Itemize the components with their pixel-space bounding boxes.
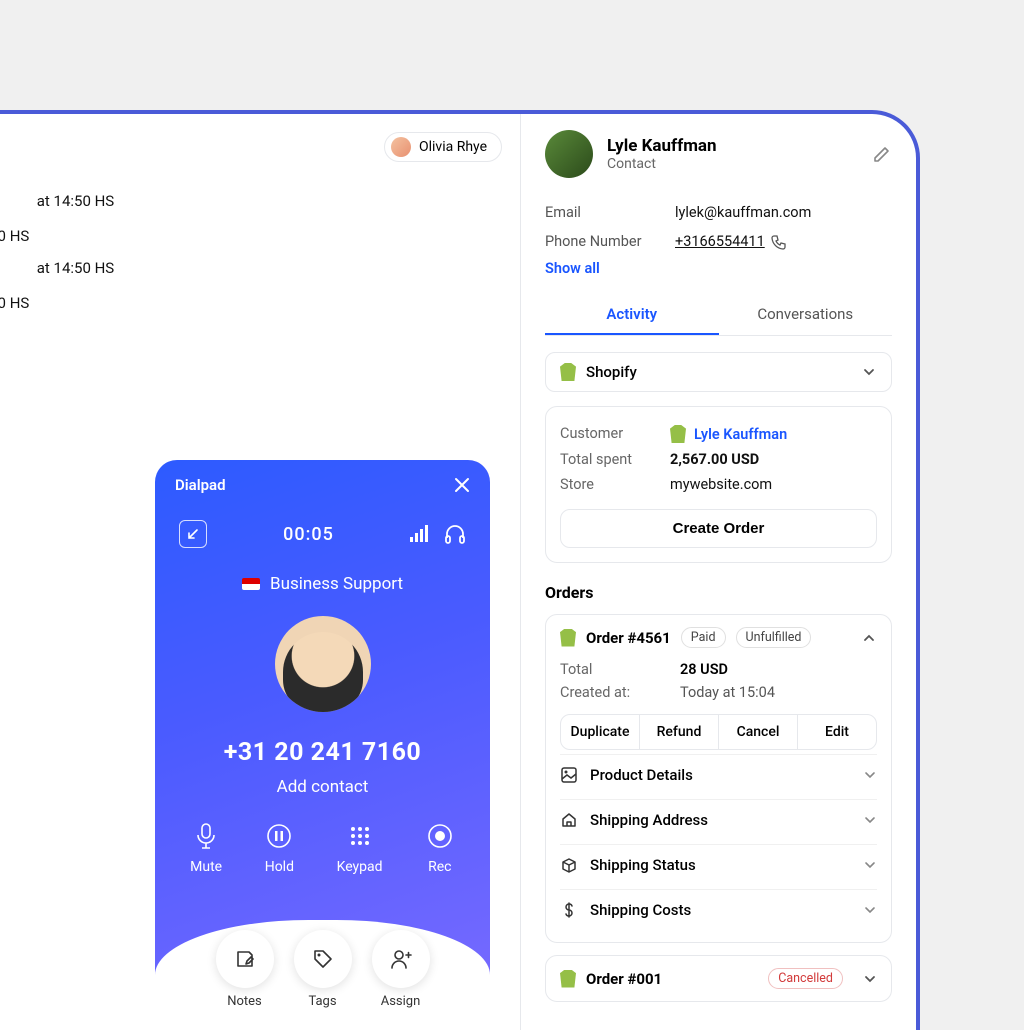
list-item: t 14:50 HS bbox=[0, 227, 502, 245]
shipping-address-row[interactable]: Shipping Address bbox=[560, 799, 877, 840]
home-icon bbox=[560, 811, 578, 829]
order-title: Order #4561 bbox=[586, 629, 671, 647]
phone-icon bbox=[771, 234, 787, 250]
shopify-icon bbox=[560, 363, 576, 381]
edit-button[interactable]: Edit bbox=[797, 715, 876, 749]
list-item: t 14:50 HS bbox=[0, 294, 502, 312]
add-contact-link[interactable]: Add contact bbox=[155, 777, 490, 797]
notes-button[interactable]: Notes bbox=[216, 930, 274, 1030]
chevron-down-icon bbox=[863, 903, 877, 917]
contact-name: Lyle Kauffman bbox=[607, 136, 717, 156]
log-time: t 14:50 HS bbox=[0, 227, 29, 245]
tags-button[interactable]: Tags bbox=[294, 930, 352, 1030]
chevron-down-icon bbox=[863, 858, 877, 872]
chevron-down-icon bbox=[863, 768, 877, 782]
customer-summary: Customer Lyle Kauffman Total spent 2,567… bbox=[545, 406, 892, 563]
cancel-button[interactable]: Cancel bbox=[718, 715, 797, 749]
edit-icon[interactable] bbox=[872, 144, 892, 164]
caller-phone: +31 20 241 7160 bbox=[155, 738, 490, 767]
line-label: Business Support bbox=[270, 574, 403, 594]
activity-log: pport at 14:50 HS t 14:50 HS pport at 14… bbox=[0, 192, 502, 312]
tab-activity[interactable]: Activity bbox=[545, 295, 719, 335]
box-icon bbox=[560, 856, 578, 874]
total-spent: 2,567.00 USD bbox=[670, 451, 759, 468]
keypad-icon bbox=[345, 821, 375, 851]
log-time: t 14:50 HS bbox=[0, 294, 29, 312]
mute-button[interactable]: Mute bbox=[190, 821, 222, 875]
device-frame: Olivia Rhye pport at 14:50 HS t 14:50 HS… bbox=[0, 110, 920, 1030]
signal-icon bbox=[410, 525, 430, 543]
duplicate-button[interactable]: Duplicate bbox=[561, 715, 639, 749]
status-badge-unfulfilled: Unfulfilled bbox=[736, 627, 812, 648]
shipping-status-row[interactable]: Shipping Status bbox=[560, 844, 877, 885]
order-card: Order #4561 Paid Unfulfilled Total28 USD… bbox=[545, 614, 892, 943]
status-badge-paid: Paid bbox=[681, 627, 726, 648]
order-title: Order #001 bbox=[586, 970, 662, 988]
shopify-icon bbox=[670, 425, 686, 443]
refund-button[interactable]: Refund bbox=[639, 715, 718, 749]
chevron-down-icon[interactable] bbox=[863, 972, 877, 986]
log-time: at 14:50 HS bbox=[37, 192, 114, 210]
shopify-icon bbox=[560, 629, 576, 647]
store-value: mywebsite.com bbox=[670, 476, 772, 493]
product-details-row[interactable]: Product Details bbox=[560, 754, 877, 795]
customer-link[interactable]: Lyle Kauffman bbox=[670, 425, 787, 443]
flag-icon bbox=[242, 578, 260, 590]
tabs: Activity Conversations bbox=[545, 295, 892, 336]
close-icon[interactable] bbox=[454, 477, 470, 493]
hold-button[interactable]: Hold bbox=[264, 821, 294, 875]
log-time: at 14:50 HS bbox=[37, 259, 114, 277]
caller-avatar bbox=[275, 616, 371, 712]
record-icon bbox=[425, 821, 455, 851]
dollar-icon bbox=[560, 901, 578, 919]
list-item: pport at 14:50 HS bbox=[0, 259, 502, 280]
order-created: Today at 15:04 bbox=[680, 684, 775, 701]
chevron-down-icon bbox=[861, 364, 877, 380]
orders-heading: Orders bbox=[545, 583, 892, 602]
dialpad-bottom-sheet: Notes Tags Assign bbox=[155, 920, 490, 1030]
headphones-icon[interactable] bbox=[444, 524, 466, 544]
show-all-link[interactable]: Show all bbox=[545, 260, 892, 277]
caller-line: Business Support bbox=[155, 574, 490, 594]
mic-icon bbox=[191, 821, 221, 851]
assign-button[interactable]: Assign bbox=[372, 930, 430, 1030]
pause-icon bbox=[264, 821, 294, 851]
call-timer: 00:05 bbox=[283, 524, 334, 545]
dialpad-title: Dialpad bbox=[175, 476, 226, 494]
source-select[interactable]: Shopify bbox=[545, 352, 892, 392]
avatar bbox=[391, 137, 411, 157]
contact-panel: Lyle Kauffman Contact Email lylek@kauffm… bbox=[520, 114, 916, 1030]
order-card: Order #001 Cancelled bbox=[545, 955, 892, 1002]
email-value[interactable]: lylek@kauffman.com bbox=[675, 204, 811, 221]
status-badge-cancelled: Cancelled bbox=[768, 968, 843, 989]
keypad-button[interactable]: Keypad bbox=[337, 821, 383, 875]
current-user-pill[interactable]: Olivia Rhye bbox=[384, 132, 502, 162]
left-pane: Olivia Rhye pport at 14:50 HS t 14:50 HS… bbox=[0, 114, 520, 1030]
list-item: pport at 14:50 HS bbox=[0, 192, 502, 213]
chevron-up-icon[interactable] bbox=[861, 630, 877, 646]
contact-subtitle: Contact bbox=[607, 156, 717, 172]
phone-value[interactable]: +3166554411 bbox=[675, 233, 787, 250]
order-total: 28 USD bbox=[680, 661, 728, 678]
user-name: Olivia Rhye bbox=[419, 139, 487, 155]
phone-row: Phone Number +3166554411 bbox=[545, 227, 892, 256]
collapse-icon[interactable] bbox=[179, 520, 207, 548]
shipping-costs-row[interactable]: Shipping Costs bbox=[560, 889, 877, 930]
contact-avatar bbox=[545, 130, 593, 178]
tab-conversations[interactable]: Conversations bbox=[719, 295, 893, 335]
create-order-button[interactable]: Create Order bbox=[560, 509, 877, 548]
record-button[interactable]: Rec bbox=[425, 821, 455, 875]
dialpad-widget: Dialpad 00:05 bbox=[155, 460, 490, 1030]
email-row: Email lylek@kauffman.com bbox=[545, 198, 892, 227]
image-icon bbox=[560, 766, 578, 784]
chevron-down-icon bbox=[863, 813, 877, 827]
shopify-icon bbox=[560, 970, 576, 988]
